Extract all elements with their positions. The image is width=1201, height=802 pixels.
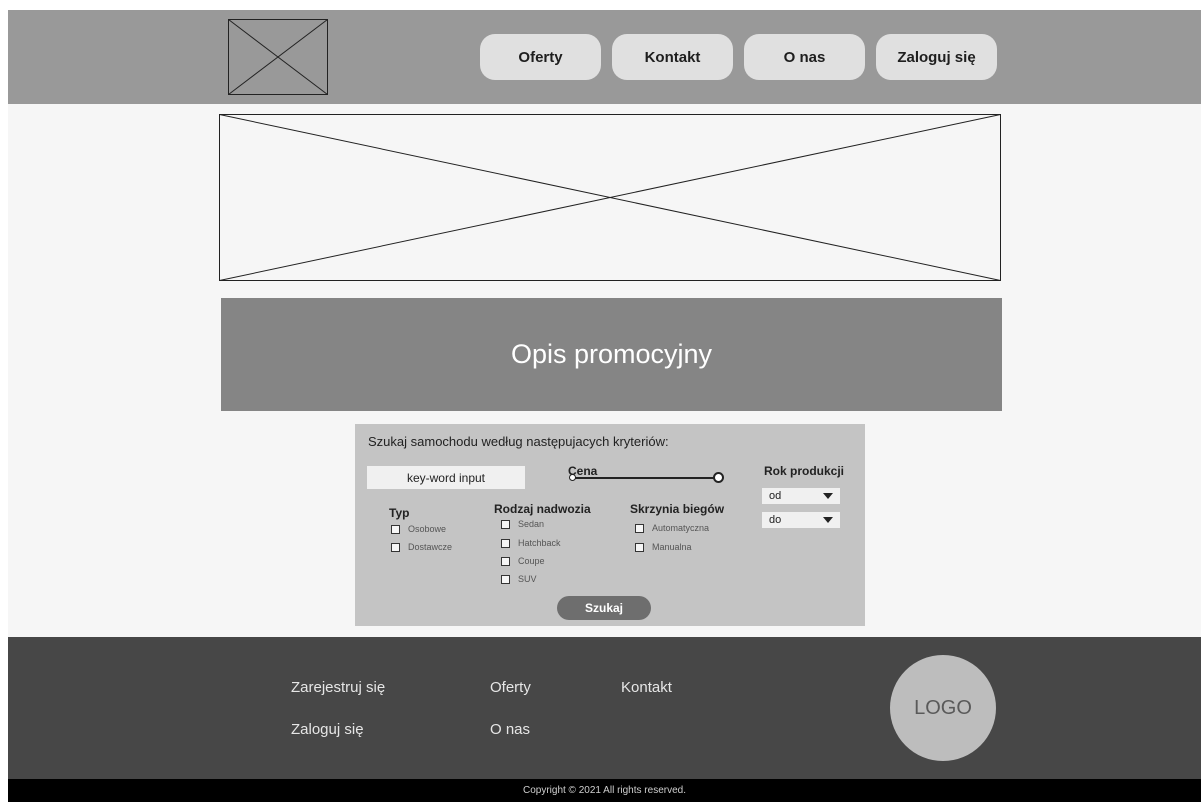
checkbox[interactable] <box>635 523 644 533</box>
footer-link-offers[interactable]: Oferty <box>490 679 531 696</box>
slider-max-handle[interactable] <box>713 472 724 483</box>
body-option-coupe[interactable]: Coupe <box>501 556 545 566</box>
footer-logo: LOGO <box>890 655 996 761</box>
nav-o-nas-button[interactable]: O nas <box>744 34 865 80</box>
checkbox[interactable] <box>635 542 644 552</box>
gearbox-option-manual[interactable]: Manualna <box>635 542 692 552</box>
caret-down-icon <box>823 493 833 499</box>
body-option-suv[interactable]: SUV <box>501 574 537 584</box>
nav-kontakt-button[interactable]: Kontakt <box>612 34 733 80</box>
nav-oferty-button[interactable]: Oferty <box>480 34 601 80</box>
copyright-text: Copyright © 2021 All rights reserved. <box>522 785 686 796</box>
gearbox-group-title: Skrzynia biegów <box>630 502 725 516</box>
type-group-title: Typ <box>389 506 410 520</box>
checkbox[interactable] <box>501 574 510 584</box>
nav-login-button[interactable]: Zaloguj się <box>876 34 997 80</box>
copyright-bar: Copyright © 2021 All rights reserved. <box>8 779 1201 802</box>
logo-placeholder-icon[interactable] <box>228 19 328 95</box>
hero-image-placeholder-icon <box>219 114 1001 281</box>
gearbox-option-automatic[interactable]: Automatyczna <box>635 523 709 533</box>
checkbox[interactable] <box>501 519 510 529</box>
type-option-dostawcze[interactable]: Dostawcze <box>391 542 452 552</box>
caret-down-icon <box>823 517 833 523</box>
body-group-title: Rodzaj nadwozia <box>494 502 591 516</box>
keyword-input[interactable]: key-word input <box>367 466 525 489</box>
year-from-select[interactable]: od <box>762 488 840 504</box>
site-header: Oferty Kontakt O nas Zaloguj się <box>8 10 1201 104</box>
checkbox[interactable] <box>391 524 400 534</box>
body-option-sedan[interactable]: Sedan <box>501 519 544 529</box>
promo-banner: Opis promocyjny <box>221 298 1002 411</box>
footer-link-contact[interactable]: Kontakt <box>621 679 672 696</box>
checkbox[interactable] <box>391 542 400 552</box>
slider-min-handle[interactable] <box>569 474 576 481</box>
year-to-select[interactable]: do <box>762 512 840 528</box>
checkbox[interactable] <box>501 538 510 548</box>
type-option-osobowe[interactable]: Osobowe <box>391 524 446 534</box>
body-option-hatchback[interactable]: Hatchback <box>501 538 561 548</box>
slider-track <box>573 477 718 479</box>
search-button[interactable]: Szukaj <box>557 596 651 620</box>
footer-link-about[interactable]: O nas <box>490 721 530 738</box>
footer-link-login[interactable]: Zaloguj się <box>291 721 364 738</box>
promo-text: Opis promocyjny <box>510 339 713 369</box>
site-footer: Zarejestruj się Oferty Kontakt Zaloguj s… <box>8 637 1201 779</box>
search-title: Szukaj samochodu według następujacych kr… <box>368 434 669 449</box>
footer-link-register[interactable]: Zarejestruj się <box>291 679 385 696</box>
price-range-slider[interactable] <box>569 470 725 486</box>
checkbox[interactable] <box>501 556 510 566</box>
year-group-title: Rok produkcji <box>764 464 845 478</box>
search-panel: Szukaj samochodu według następujacych kr… <box>355 424 865 626</box>
